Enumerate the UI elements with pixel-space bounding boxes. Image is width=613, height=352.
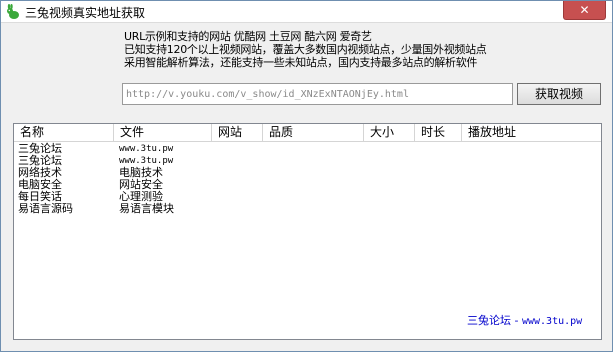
column-header-play-url[interactable]: 播放地址 <box>462 124 601 141</box>
forum-link-name: 三兔论坛 <box>467 314 511 327</box>
close-icon: ✕ <box>579 3 590 17</box>
result-list[interactable]: 名称 文件 网站 品质 大小 时长 播放地址 三兔论坛 www.3tu.pw 三… <box>13 123 602 340</box>
item-file: 易语言模块 <box>119 202 174 215</box>
list-rows: 三兔论坛 www.3tu.pw 三兔论坛 www.3tu.pw 网络技术 电脑技… <box>14 143 601 215</box>
column-header-site[interactable]: 网站 <box>212 124 263 141</box>
list-item[interactable]: 三兔论坛 www.3tu.pw <box>14 155 601 167</box>
item-name: 易语言源码 <box>18 202 73 215</box>
forum-link-separator: - <box>511 314 522 327</box>
fetch-video-button[interactable]: 获取视频 <box>517 83 601 105</box>
main-window: 三兔视频真实地址获取 ✕ URL示例和支持的网站 优酷网 土豆网 酷六网 爱奇艺… <box>0 0 613 352</box>
window-title: 三兔视频真实地址获取 <box>25 6 146 20</box>
url-input[interactable] <box>122 83 513 105</box>
list-item[interactable]: 网络技术 电脑技术 <box>14 167 601 179</box>
rabbit-icon <box>7 4 19 19</box>
column-header-quality[interactable]: 品质 <box>263 124 364 141</box>
title-bar[interactable]: 三兔视频真实地址获取 ✕ <box>1 1 612 23</box>
forum-link-url: www.3tu.pw <box>521 316 583 327</box>
column-header-file[interactable]: 文件 <box>114 124 212 141</box>
list-item[interactable]: 每日笑话 心理测验 <box>14 191 601 203</box>
list-item[interactable]: 三兔论坛 www.3tu.pw <box>14 143 601 155</box>
list-header: 名称 文件 网站 品质 大小 时长 播放地址 <box>14 124 601 142</box>
list-item[interactable]: 易语言源码 易语言模块 <box>14 203 601 215</box>
intro-text: URL示例和支持的网站 优酷网 土豆网 酷六网 爱奇艺 已知支持120个以上视频… <box>124 30 487 69</box>
intro-line-3: 采用智能解析算法，还能支持一些未知站点，国内支持最多站点的解析软件 <box>124 56 478 69</box>
list-item[interactable]: 电脑安全 网站安全 <box>14 179 601 191</box>
forum-link[interactable]: 三兔论坛 - www.3tu.pw <box>467 312 582 328</box>
intro-line-2: 已知支持120个以上视频网站，覆盖大多数国内视频站点，少量国外视频站点 <box>124 43 487 56</box>
intro-line-1: URL示例和支持的网站 优酷网 土豆网 酷六网 爱奇艺 <box>124 30 372 43</box>
close-button[interactable]: ✕ <box>563 1 606 20</box>
item-file: www.3tu.pw <box>119 144 174 154</box>
column-header-duration[interactable]: 时长 <box>415 124 462 141</box>
column-header-name[interactable]: 名称 <box>14 124 114 141</box>
column-header-size[interactable]: 大小 <box>364 124 415 141</box>
